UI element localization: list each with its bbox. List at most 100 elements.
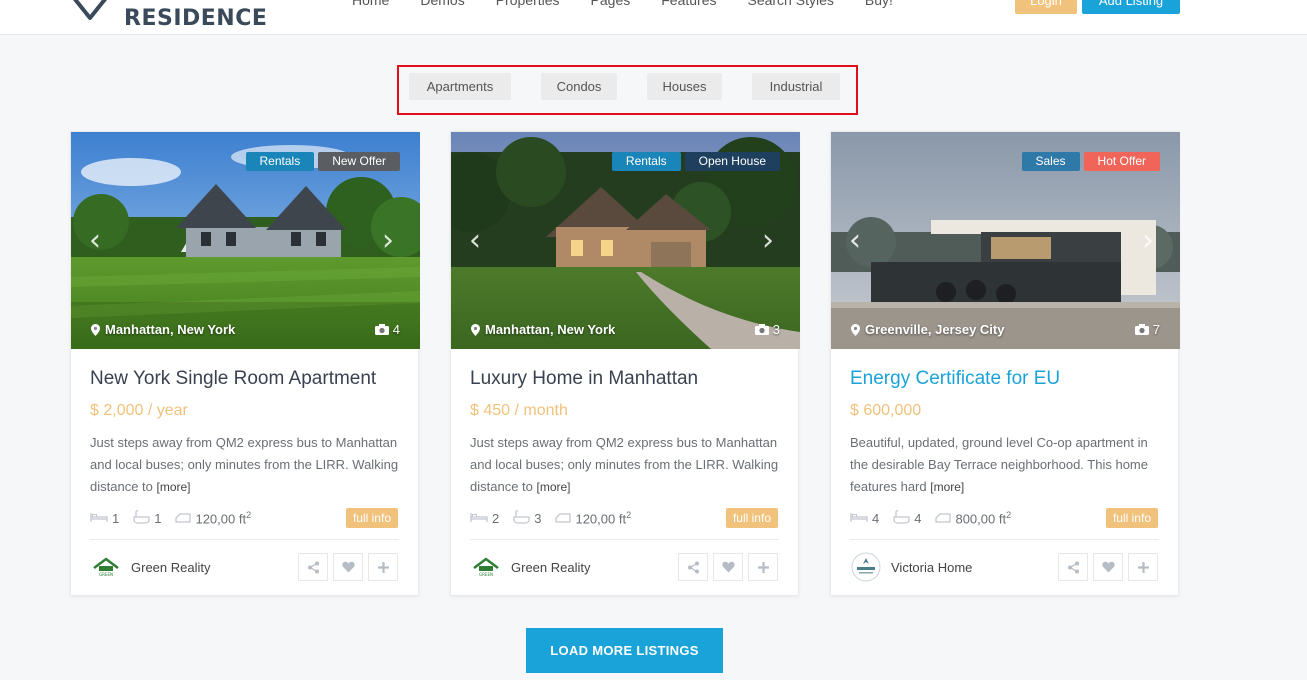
camera-icon: [374, 324, 389, 335]
nav-item-demos[interactable]: Demos: [420, 0, 464, 10]
photo-count-value: 7: [1152, 322, 1160, 337]
location-text: Greenville, Jersey City: [865, 322, 1005, 337]
bedrooms-count: 2: [492, 511, 500, 526]
listing-actions: [1058, 553, 1158, 581]
svg-text:GREEN: GREEN: [479, 572, 493, 577]
photo-count: 3: [754, 322, 780, 337]
description-text: Just steps away from QM2 express bus to …: [90, 435, 399, 494]
camera-icon: [754, 324, 769, 335]
nav-item-search-styles[interactable]: Search Styles: [747, 0, 833, 10]
nav-item-home[interactable]: Home: [352, 0, 389, 10]
carousel-next-icon[interactable]: ›: [1142, 226, 1162, 256]
filter-industrial[interactable]: Industrial: [752, 73, 840, 100]
filter-apartments[interactable]: Apartments: [409, 73, 511, 100]
listing-title[interactable]: New York Single Room Apartment: [90, 368, 376, 390]
listing-features: 4 4 800,00 ft2: [850, 510, 1025, 527]
photo-count: 7: [1134, 322, 1160, 337]
carousel-prev-icon[interactable]: ‹: [849, 226, 869, 256]
bathrooms-count: 4: [914, 511, 922, 526]
site-logo[interactable]: RESIDENCE: [70, 0, 267, 31]
listing-price: $ 450 / month: [470, 402, 568, 419]
bedrooms: 1: [90, 511, 119, 526]
bathrooms: 4: [893, 510, 921, 527]
listing-card: Rentals Open House ‹ › Manhattan, New Yo…: [450, 131, 800, 596]
photo-count-value: 3: [772, 322, 780, 337]
listing-title[interactable]: Luxury Home in Manhattan: [470, 368, 698, 390]
status-badge[interactable]: Sales: [1021, 152, 1080, 171]
description-text: Just steps away from QM2 express bus to …: [470, 435, 779, 494]
camera-icon: [1134, 324, 1149, 335]
share-icon[interactable]: [1058, 553, 1088, 581]
listing-price: $ 2,000 / year: [90, 402, 188, 419]
plus-icon[interactable]: [1128, 553, 1158, 581]
more-link[interactable]: [more]: [930, 480, 964, 494]
area-icon: [555, 510, 572, 526]
add-listing-button[interactable]: Add Listing: [1082, 0, 1180, 14]
agent-logo: GREEN: [90, 553, 122, 581]
divider: [90, 539, 399, 540]
status-badge[interactable]: New Offer: [318, 152, 400, 171]
listing-features: 1 1 120,00 ft2: [90, 510, 265, 527]
nav-item-pages[interactable]: Pages: [591, 0, 631, 10]
svg-text:GREEN: GREEN: [99, 572, 113, 577]
heart-icon[interactable]: [333, 553, 363, 581]
full-info-button[interactable]: full info: [725, 508, 778, 528]
site-header: RESIDENCE Home Demos Properties Pages Fe…: [0, 0, 1307, 35]
heart-icon[interactable]: [713, 553, 743, 581]
status-badge[interactable]: Open House: [684, 152, 780, 171]
location-text: Manhattan, New York: [105, 322, 236, 337]
listing-image[interactable]: Rentals Open House ‹ › Manhattan, New Yo…: [451, 132, 800, 349]
agent-logo: [850, 552, 882, 582]
status-badge[interactable]: Rentals: [611, 152, 681, 171]
listing-features: 2 3 120,00 ft2: [470, 510, 645, 527]
share-icon[interactable]: [678, 553, 708, 581]
area-value: 120,00 ft2: [575, 510, 632, 527]
area-icon: [935, 510, 952, 526]
filter-condos[interactable]: Condos: [541, 73, 617, 100]
login-button[interactable]: Login: [1015, 0, 1077, 14]
listing-description: Beautiful, updated, ground level Co-op a…: [850, 432, 1165, 498]
bath-icon: [893, 510, 910, 527]
badge-group: Rentals Open House: [611, 152, 780, 171]
bathrooms-count: 1: [154, 511, 162, 526]
area-value: 800,00 ft2: [955, 510, 1012, 527]
bathrooms-count: 3: [534, 511, 542, 526]
map-pin-icon: [471, 323, 480, 336]
carousel-next-icon[interactable]: ›: [762, 226, 782, 256]
logo-text: RESIDENCE: [124, 6, 268, 31]
agent-info[interactable]: GREEN Green Reality: [90, 553, 210, 581]
agent-info[interactable]: Victoria Home: [850, 552, 972, 582]
full-info-button[interactable]: full info: [345, 508, 398, 528]
nav-item-buy[interactable]: Buy!: [865, 0, 893, 10]
heart-icon[interactable]: [1093, 553, 1123, 581]
listing-image[interactable]: Sales Hot Offer ‹ › Greenville, Jersey C…: [831, 132, 1180, 349]
more-link[interactable]: [more]: [537, 480, 571, 494]
plus-icon[interactable]: [748, 553, 778, 581]
more-link[interactable]: [more]: [157, 480, 191, 494]
bath-icon: [133, 510, 150, 527]
main-nav: Home Demos Properties Pages Features Sea…: [352, 0, 893, 10]
area-value: 120,00 ft2: [195, 510, 252, 527]
agent-info[interactable]: GREEN Green Reality: [470, 553, 590, 581]
carousel-prev-icon[interactable]: ‹: [89, 226, 109, 256]
logo-house-icon: [70, 0, 110, 28]
bed-icon: [470, 511, 488, 526]
full-info-button[interactable]: full info: [1105, 508, 1158, 528]
status-badge[interactable]: Rentals: [245, 152, 315, 171]
load-more-listings-button[interactable]: LOAD MORE LISTINGS: [526, 628, 723, 673]
bathrooms: 1: [133, 510, 161, 527]
badge-group: Sales Hot Offer: [1021, 152, 1160, 171]
map-pin-icon: [851, 323, 860, 336]
status-badge[interactable]: Hot Offer: [1083, 152, 1160, 171]
plus-icon[interactable]: [368, 553, 398, 581]
nav-item-properties[interactable]: Properties: [496, 0, 560, 10]
share-icon[interactable]: [298, 553, 328, 581]
listing-image[interactable]: Rentals New Offer ‹ › Manhattan, New Yor…: [71, 132, 420, 349]
carousel-next-icon[interactable]: ›: [382, 226, 402, 256]
listing-actions: [678, 553, 778, 581]
nav-item-features[interactable]: Features: [661, 0, 716, 10]
listing-title[interactable]: Energy Certificate for EU: [850, 368, 1060, 390]
area-icon: [175, 510, 192, 526]
filter-houses[interactable]: Houses: [647, 73, 722, 100]
carousel-prev-icon[interactable]: ‹: [469, 226, 489, 256]
